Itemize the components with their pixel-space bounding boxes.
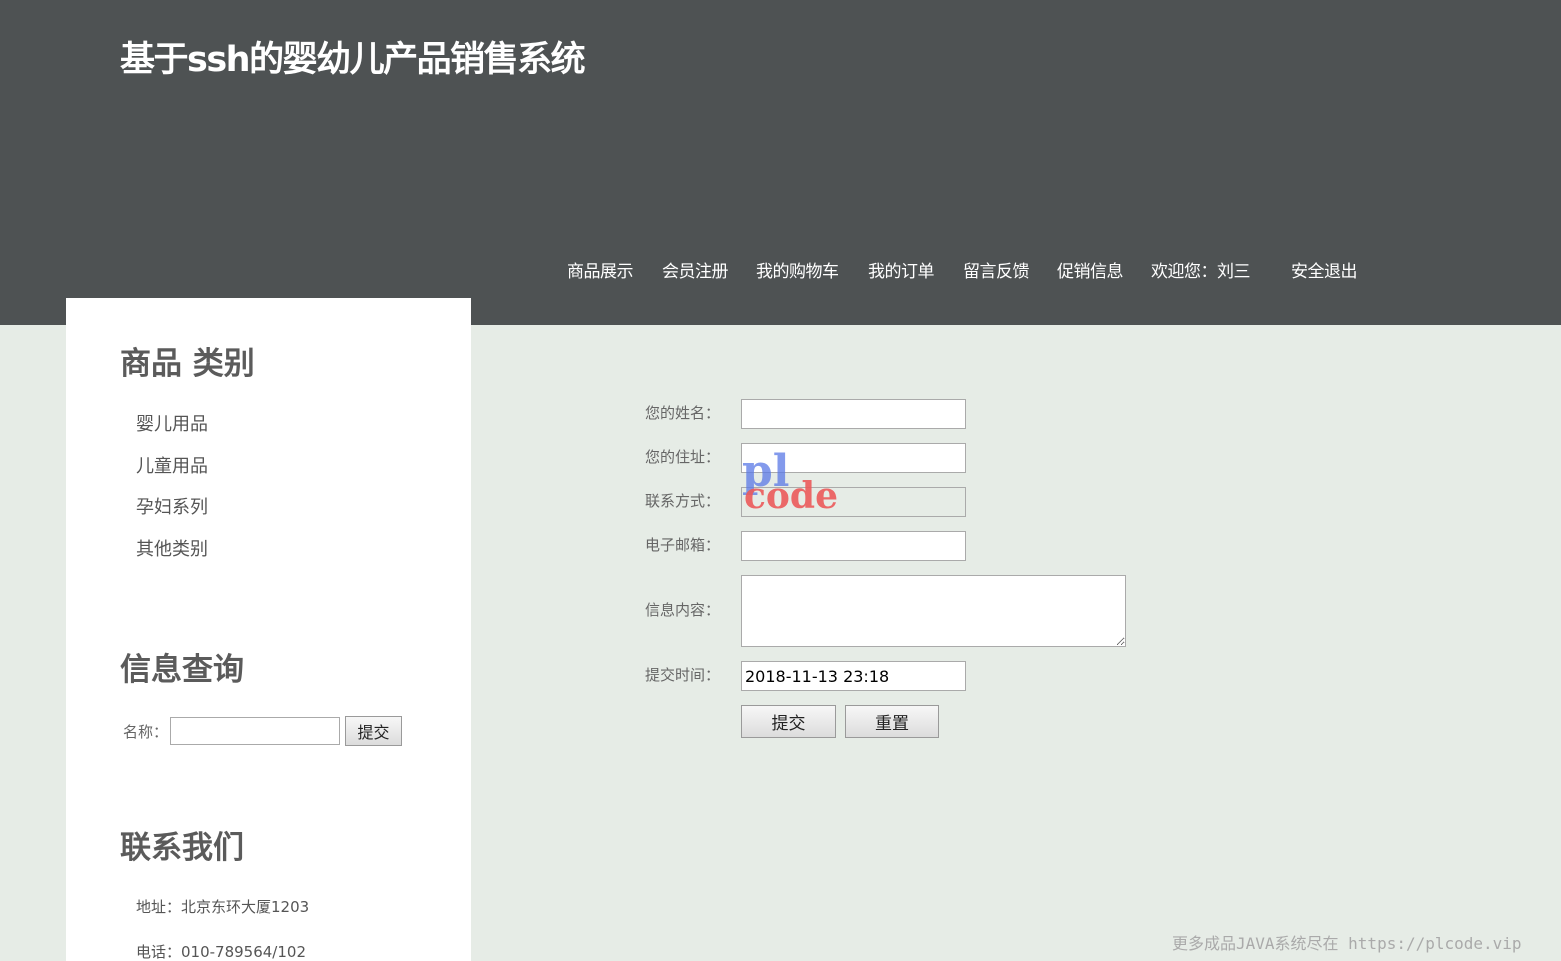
email-label: 电子邮箱： [645, 536, 721, 554]
nav-feedback[interactable]: 留言反馈 [963, 260, 1030, 284]
name-input[interactable] [741, 399, 966, 429]
nav-product-showcase[interactable]: 商品展示 [567, 260, 634, 284]
search-row: 名称： 提交 [123, 716, 403, 746]
search-name-input[interactable] [170, 717, 341, 745]
address-input[interactable] [741, 443, 966, 473]
submit-button[interactable]: 提交 [741, 705, 836, 738]
footer-watermark-text: 更多成品JAVA系统尽在 https://plcode.vip [1172, 934, 1522, 953]
category-baby-products[interactable]: 婴儿用品 [136, 413, 208, 437]
message-label: 信息内容： [645, 601, 721, 619]
search-heading: 信息查询 [120, 652, 244, 688]
contact-heading: 联系我们 [120, 830, 244, 866]
nav-member-register[interactable]: 会员注册 [662, 260, 729, 284]
nav-my-orders[interactable]: 我的订单 [868, 260, 935, 284]
submit-time-label: 提交时间： [645, 666, 721, 684]
category-other[interactable]: 其他类别 [136, 538, 208, 562]
contact-address: 地址：北京东环大厦1203 [136, 898, 310, 916]
sidebar: 商品 类别 婴儿用品 儿童用品 孕妇系列 其他类别 信息查询 名称： 提交 联系… [66, 298, 471, 961]
site-title: 基于ssh的婴幼儿产品销售系统 [120, 40, 586, 80]
message-textarea[interactable] [741, 575, 1126, 647]
category-maternity-series[interactable]: 孕妇系列 [136, 496, 208, 520]
header-bar: 基于ssh的婴幼儿产品销售系统 商品展示 会员注册 我的购物车 我的订单 留言反… [0, 0, 1561, 325]
reset-button[interactable]: 重置 [845, 705, 939, 738]
contact-phone: 电话：010-789564/102 [136, 943, 306, 961]
contact-method-input[interactable] [741, 487, 966, 517]
name-label: 您的姓名： [645, 404, 721, 422]
category-heading: 商品 类别 [120, 346, 255, 382]
email-input[interactable] [741, 531, 966, 561]
nav-promotions[interactable]: 促销信息 [1057, 260, 1124, 284]
search-label: 名称： [123, 722, 169, 741]
nav-my-cart[interactable]: 我的购物车 [756, 260, 839, 284]
category-children-products[interactable]: 儿童用品 [136, 455, 208, 479]
search-submit-button[interactable]: 提交 [345, 716, 403, 746]
address-label: 您的住址： [645, 448, 721, 466]
contact-method-label: 联系方式： [645, 492, 721, 510]
submit-time-input[interactable] [741, 661, 966, 691]
welcome-user: 欢迎您：刘三 [1151, 262, 1251, 282]
nav-logout[interactable]: 安全退出 [1291, 260, 1358, 284]
